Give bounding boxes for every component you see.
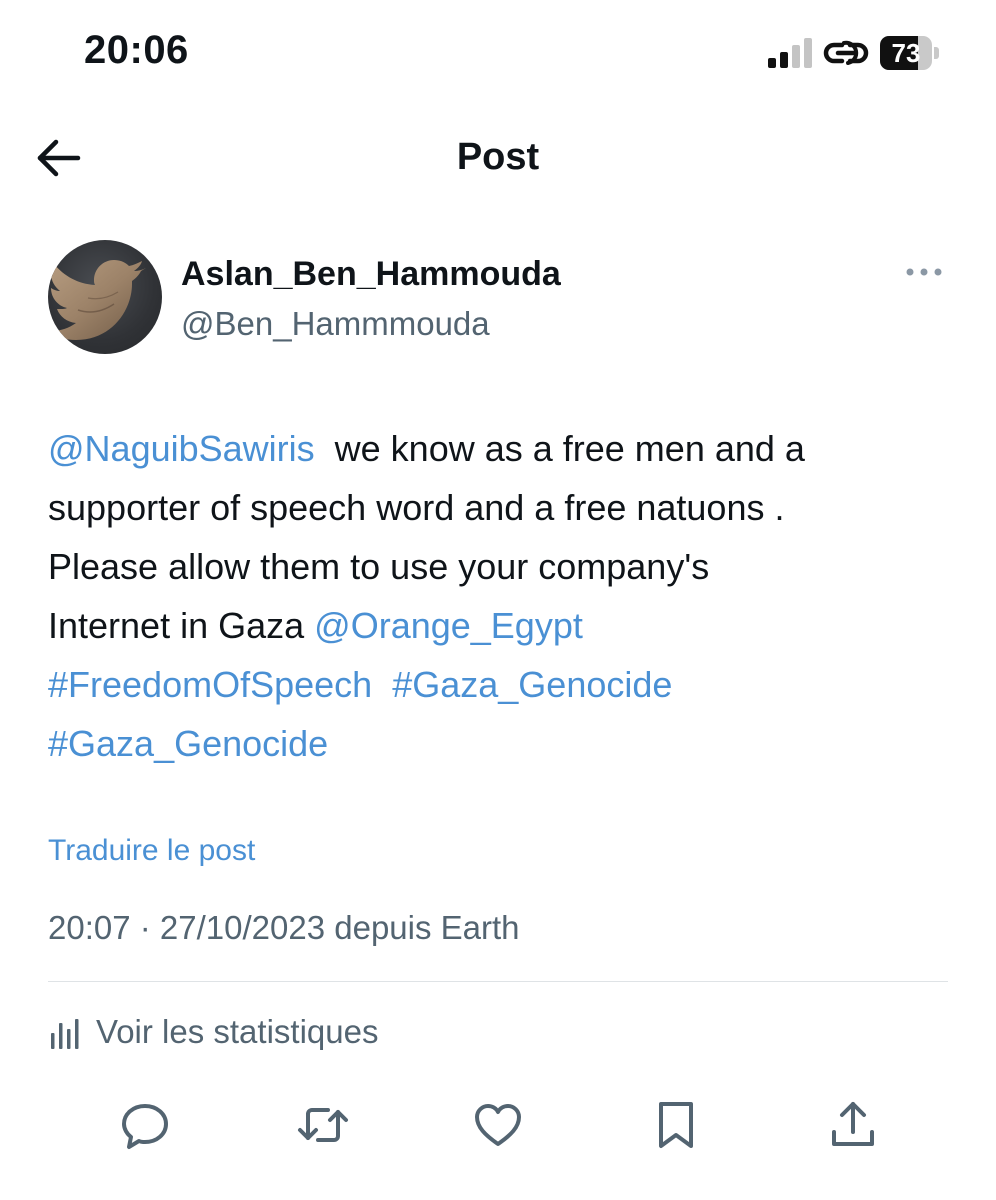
tweet-line: #FreedomOfSpeech #Gaza_Genocide — [48, 655, 958, 714]
divider — [48, 981, 948, 982]
tweet-line: #Gaza_Genocide — [48, 714, 958, 773]
stats-bars-icon — [51, 1019, 79, 1049]
mention-link[interactable]: @NaguibSawiris — [48, 428, 315, 469]
author-display-name[interactable]: Aslan_Ben_Hammouda — [181, 255, 561, 294]
share-icon — [832, 1102, 874, 1146]
tweet-text-segment — [372, 664, 392, 705]
stats-label: Voir les statistiques — [96, 1013, 379, 1050]
more-horizontal-icon[interactable] — [904, 262, 944, 282]
tweet-line: supporter of speech word and a free natu… — [48, 478, 958, 537]
tweet-text: @NaguibSawiris we know as a free men and… — [48, 419, 958, 773]
tweet-line: @NaguibSawiris we know as a free men and… — [48, 419, 958, 478]
avatar[interactable] — [48, 240, 162, 354]
tweet-line: Internet in Gaza @Orange_Egypt — [48, 596, 958, 655]
hashtag-link[interactable]: #Gaza_Genocide — [392, 664, 672, 705]
page-title: Post — [456, 136, 540, 178]
bird-icon — [48, 260, 146, 340]
status-time: 20:06 — [84, 28, 189, 72]
battery-icon: 73 — [880, 36, 940, 70]
reply-bubble-icon — [122, 1104, 168, 1149]
tweet-text-segment: supporter of speech word and a free natu… — [48, 487, 785, 528]
author-handle[interactable]: @Ben_Hammmouda — [181, 305, 490, 343]
bookmark-button[interactable] — [649, 1098, 703, 1152]
like-button[interactable] — [471, 1098, 525, 1152]
tweet-text-segment: we know as a free men and a — [314, 428, 805, 469]
view-stats-button[interactable]: Voir les statistiques — [48, 1010, 378, 1054]
post-timestamp: 20:07 · 27/10/2023 depuis Earth — [48, 909, 520, 946]
tweet-text-segment: Internet in Gaza — [48, 605, 315, 646]
hashtag-link[interactable]: #FreedomOfSpeech — [48, 664, 372, 705]
translate-post-link[interactable]: Traduire le post — [48, 834, 255, 868]
heart-icon — [475, 1104, 521, 1146]
hashtag-link[interactable]: #Gaza_Genocide — [48, 723, 328, 764]
reply-button[interactable] — [118, 1098, 172, 1152]
repost-button[interactable] — [296, 1098, 350, 1152]
cellular-signal-icon — [768, 38, 812, 68]
share-button[interactable] — [826, 1098, 880, 1152]
tweet-line: Please allow them to use your company's — [48, 537, 958, 596]
repost-icon — [298, 1108, 348, 1142]
link-icon — [823, 40, 869, 65]
bookmark-icon — [659, 1102, 693, 1148]
tweet-text-segment: Please allow them to use your company's — [48, 546, 710, 587]
mention-link[interactable]: @Orange_Egypt — [314, 605, 583, 646]
battery-percentage: 73 — [891, 38, 921, 68]
